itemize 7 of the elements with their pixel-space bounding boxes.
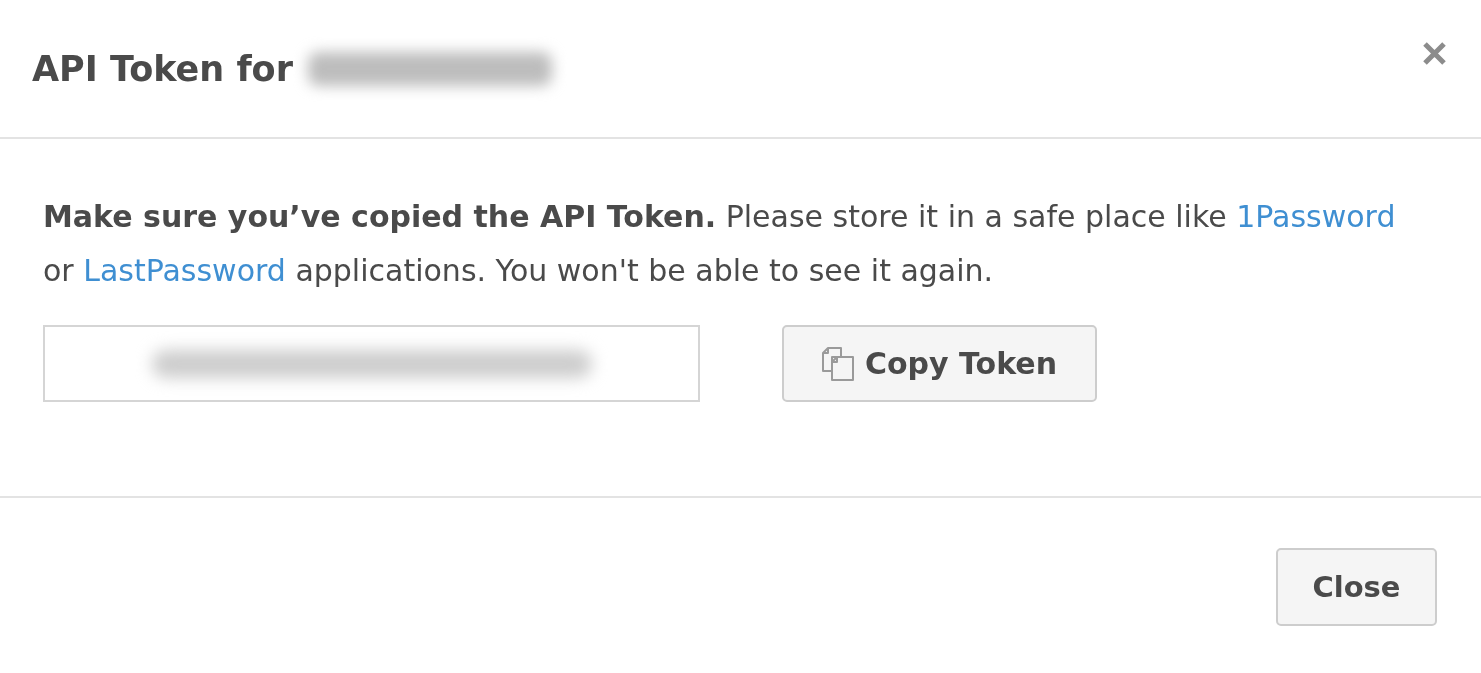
copy-icon — [821, 346, 855, 381]
close-button[interactable]: Close — [1276, 548, 1437, 626]
token-field[interactable] — [43, 325, 700, 402]
copy-token-button[interactable]: Copy Token — [782, 325, 1097, 402]
close-icon[interactable] — [1423, 42, 1446, 65]
dialog-title: API Token for — [32, 48, 293, 89]
instructions-text: Make sure you’ve copied the API Token. Please store it in a safe place like 1Password or LastPassword applications. You won't be able to see it again. — [43, 198, 1397, 290]
